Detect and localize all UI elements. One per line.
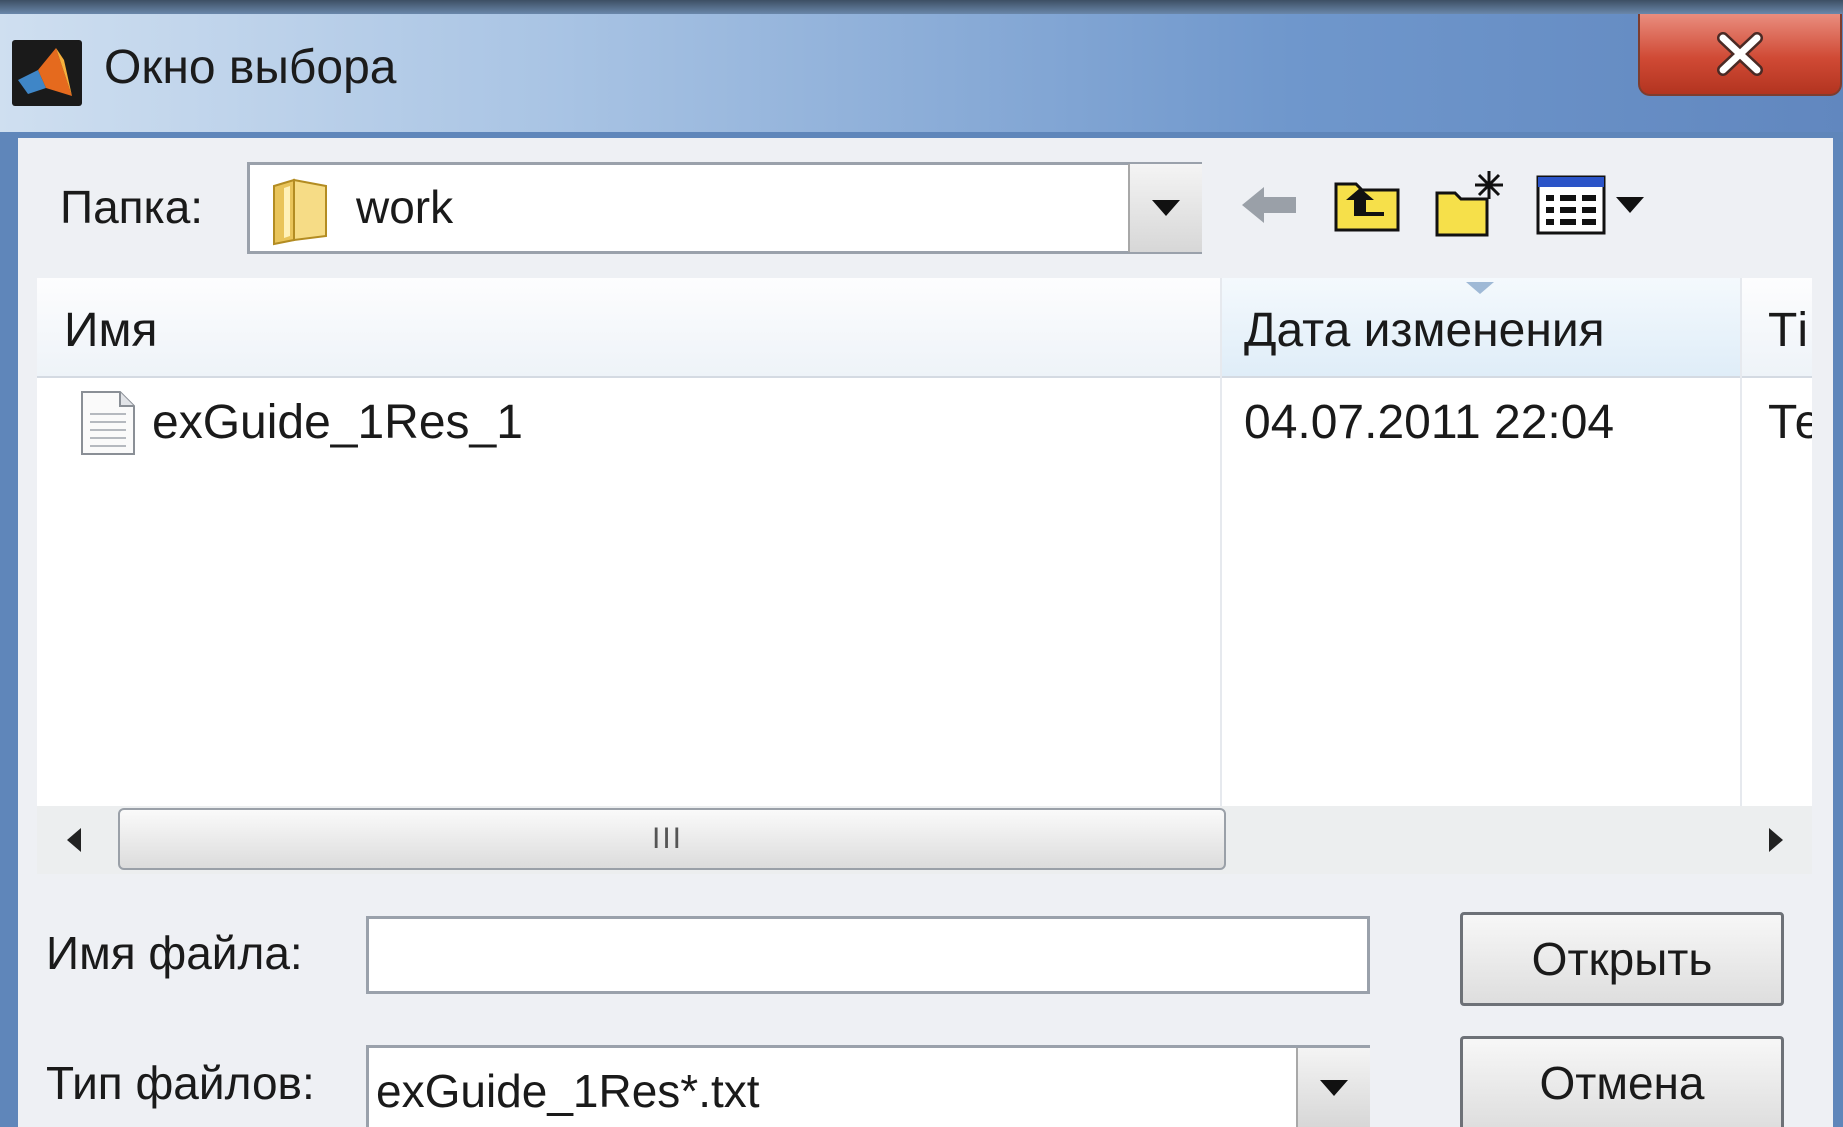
close-icon xyxy=(1717,32,1763,76)
cancel-button[interactable]: Отмена xyxy=(1460,1036,1784,1127)
back-arrow-icon xyxy=(1242,187,1296,223)
view-menu-icon xyxy=(1536,175,1644,235)
folder-icon xyxy=(270,176,334,246)
filename-label: Имя файла: xyxy=(46,927,303,979)
folder-value: work xyxy=(356,181,454,233)
column-separator[interactable] xyxy=(1220,278,1222,806)
text-file-icon xyxy=(80,390,136,456)
chevron-down-icon xyxy=(1320,1079,1348,1096)
new-folder-button[interactable] xyxy=(1432,168,1508,240)
back-button[interactable] xyxy=(1240,180,1300,230)
chevron-left-icon xyxy=(67,828,81,852)
folder-label: Папка: xyxy=(60,181,204,233)
filetype-label: Тип файлов: xyxy=(46,1057,315,1109)
filetype-value: exGuide_1Res*.txt xyxy=(376,1065,760,1117)
folder-dropdown-button[interactable] xyxy=(1128,164,1202,252)
chevron-right-icon xyxy=(1769,828,1783,852)
date-column-header-label: Дата изменения xyxy=(1244,304,1605,357)
column-separator[interactable] xyxy=(1740,278,1742,806)
open-button[interactable]: Открыть xyxy=(1460,912,1784,1006)
up-folder-button[interactable] xyxy=(1330,168,1404,238)
close-button[interactable] xyxy=(1638,14,1842,96)
window-top-edge xyxy=(0,0,1843,14)
view-menu-button[interactable] xyxy=(1534,172,1650,238)
chevron-down-icon xyxy=(1152,200,1180,216)
type-column-header[interactable]: Ті xyxy=(1768,303,1812,358)
filename-input[interactable] xyxy=(366,916,1370,994)
scroll-right-button[interactable] xyxy=(1746,810,1806,870)
up-folder-icon xyxy=(1334,182,1400,232)
list-item-date: 04.07.2011 22:04 xyxy=(1244,396,1615,449)
list-item[interactable]: exGuide_1Res_1 xyxy=(152,395,523,450)
list-item-type: Те xyxy=(1768,396,1812,449)
name-column-header[interactable]: Имя xyxy=(64,303,158,358)
new-folder-icon xyxy=(1435,171,1503,237)
scroll-left-button[interactable] xyxy=(44,810,104,870)
sort-indicator-icon xyxy=(1466,282,1494,294)
scrollbar-grip: III xyxy=(652,822,684,855)
matlab-logo-icon xyxy=(12,40,82,106)
filetype-dropdown-button[interactable] xyxy=(1296,1048,1370,1127)
window-title: Окно выбора xyxy=(104,41,397,94)
